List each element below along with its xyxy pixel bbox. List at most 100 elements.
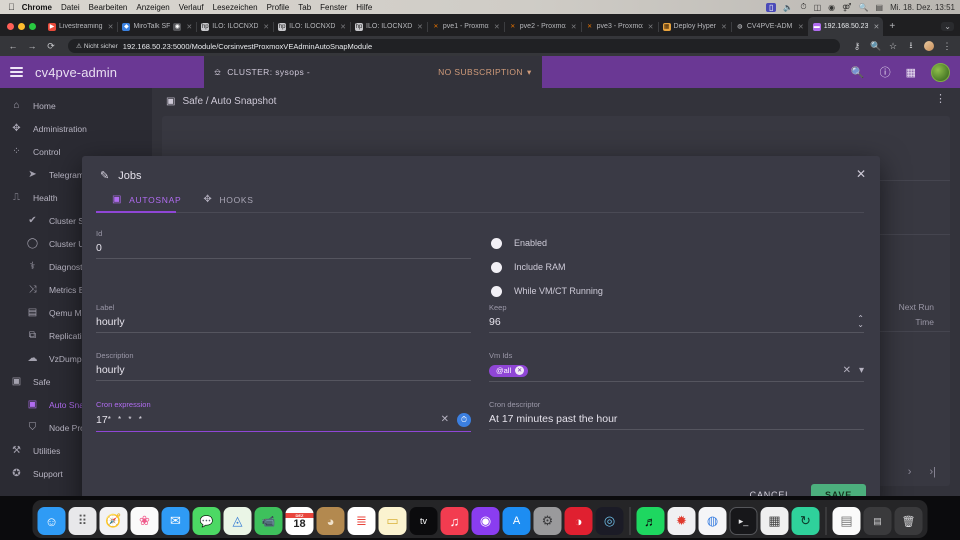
browser-tab[interactable]: ▦ Deploy Hyper ✕: [658, 17, 732, 36]
menu-bar-clock[interactable]: Mi. 18. Dez. 13:51: [890, 3, 955, 12]
checkbox-icon[interactable]: [491, 285, 502, 297]
window-controls[interactable]: [4, 23, 43, 36]
dock-icon-launchpad[interactable]: ⠿: [68, 507, 97, 535]
new-tab-button[interactable]: +: [883, 21, 901, 36]
window-minimize-button[interactable]: [18, 23, 25, 30]
hamburger-icon[interactable]: [10, 67, 23, 77]
dock-icon-finder[interactable]: ☺: [37, 507, 66, 535]
dock-icon-chrome[interactable]: ◍: [698, 507, 727, 535]
close-icon[interactable]: ✕: [798, 23, 804, 31]
browser-tab[interactable]: ◍ CV4PVE-ADMI ✕: [731, 17, 809, 36]
dock-icon-downloads-stack[interactable]: ▤: [863, 507, 892, 535]
browser-tab[interactable]: hp ILO: ILOCNXD ✕: [350, 17, 428, 36]
dock-icon-calendar[interactable]: DEZ 18: [285, 507, 314, 535]
subscription-status[interactable]: NO SUBSCRIPTION ▾: [438, 67, 532, 78]
timer-icon[interactable]: ⏱: [457, 412, 471, 427]
checkbox-icon[interactable]: [491, 237, 502, 249]
apps-grid-icon[interactable]: ▦: [906, 66, 916, 79]
close-icon[interactable]: ✕: [108, 23, 114, 31]
browser-tab[interactable]: ▶ Livestreaming ✕: [43, 17, 119, 36]
vm-id-chip[interactable]: @all ✕: [489, 364, 529, 377]
checkbox-icon[interactable]: [491, 261, 502, 273]
search-icon[interactable]: 🔍: [870, 41, 881, 52]
dock-icon-reminders[interactable]: ≣: [347, 507, 376, 535]
checkbox-while-vm-ct-running[interactable]: While VM/CT Running: [489, 279, 864, 303]
menu-item-chrome[interactable]: Chrome: [22, 3, 52, 12]
keep-input[interactable]: 96: [489, 316, 849, 328]
key-icon[interactable]: ⚷: [852, 41, 862, 52]
last-page-button[interactable]: ›|: [929, 466, 936, 478]
window-zoom-button[interactable]: [29, 23, 36, 30]
wifi-icon[interactable]: ⚤: [842, 3, 851, 12]
sidebar-item-home[interactable]: ⌂ Home: [0, 94, 152, 117]
close-icon[interactable]: ✕: [571, 23, 577, 31]
browser-tab-active[interactable]: ▬ 192.168.50.23 ✕: [807, 17, 884, 36]
battery-icon[interactable]: ◫: [814, 3, 822, 12]
description-input[interactable]: hourly: [96, 364, 471, 376]
menu-item-hilfe[interactable]: Hilfe: [356, 3, 372, 12]
close-icon[interactable]: ✕: [186, 23, 192, 31]
dock-icon-safari[interactable]: 🧭: [99, 507, 128, 535]
help-icon[interactable]: ⓘ: [880, 64, 891, 80]
label-input[interactable]: hourly: [96, 316, 471, 328]
tab-list-chevron-down-icon[interactable]: ⌄: [941, 22, 954, 31]
browser-tab[interactable]: ✕ pve3 - Proxmox ✕: [581, 17, 659, 36]
forward-icon[interactable]: →: [27, 41, 37, 51]
menu-item-lesezeichen[interactable]: Lesezeichen: [213, 3, 258, 12]
close-icon[interactable]: ✕: [417, 23, 423, 31]
avatar[interactable]: [931, 62, 950, 82]
user-icon[interactable]: ◉: [828, 3, 835, 12]
menu-item-verlauf[interactable]: Verlauf: [179, 3, 204, 12]
kebab-menu-icon[interactable]: ⋮: [942, 41, 952, 52]
screen-share-icon[interactable]: ▯: [765, 2, 777, 12]
vm-ids-value[interactable]: @all ✕: [489, 364, 835, 377]
download-icon[interactable]: ⭳: [906, 38, 916, 54]
dock-icon-system-settings[interactable]: ⚙: [533, 507, 562, 535]
volume-icon[interactable]: 🔈: [783, 3, 793, 12]
menu-item-tab[interactable]: Tab: [298, 3, 311, 12]
dock-icon-quicktime[interactable]: ◎: [595, 507, 624, 535]
dock-icon-calculator[interactable]: ▦: [760, 507, 789, 535]
cron-expression-input[interactable]: 17* * * *: [96, 414, 433, 426]
clock-history-icon[interactable]: ⏱: [800, 2, 806, 12]
dock-icon-facetime[interactable]: 📹: [254, 507, 283, 535]
dock-icon-terminal[interactable]: ▸_: [729, 507, 758, 535]
close-icon[interactable]: ✕: [856, 168, 866, 180]
dock-icon-messages[interactable]: 💬: [192, 507, 221, 535]
browser-tab[interactable]: ◆ MiroTalk SF ◉ ✕: [117, 17, 198, 36]
search-icon[interactable]: 🔍: [851, 66, 865, 79]
close-icon[interactable]: ✕: [721, 23, 727, 31]
close-icon[interactable]: ✕: [648, 23, 654, 31]
quantity-stepper[interactable]: ⌃ ⌄: [857, 315, 864, 329]
kebab-menu-icon[interactable]: ⋮: [935, 94, 946, 105]
close-icon[interactable]: ✕: [494, 23, 500, 31]
menu-item-anzeigen[interactable]: Anzeigen: [136, 3, 169, 12]
close-icon[interactable]: ✕: [263, 23, 269, 31]
dock-icon-contacts[interactable]: ◕: [316, 507, 345, 535]
browser-tab[interactable]: hp ILO: ILOCNXD ✕: [273, 17, 352, 36]
browser-tab[interactable]: ✕ pve1 - Proxmox ✕: [427, 17, 505, 36]
control-center-icon[interactable]: ▤: [876, 3, 884, 12]
address-bar[interactable]: ⚠ Nicht sicher 192.168.50.23:5000/Module…: [68, 39, 840, 53]
checkbox-enabled[interactable]: Enabled: [489, 231, 864, 255]
dock-icon-maps[interactable]: ◬: [223, 507, 252, 535]
tab-hooks[interactable]: ✥ HOOKS: [201, 194, 273, 212]
dock-icon-spotify[interactable]: ♬: [636, 507, 665, 535]
clear-icon[interactable]: ✕: [441, 414, 449, 425]
menu-item-profile[interactable]: Profile: [267, 3, 290, 12]
menu-item-fenster[interactable]: Fenster: [320, 3, 347, 12]
apple-logo-icon[interactable]: : [8, 2, 15, 12]
bookmark-star-icon[interactable]: ☆: [888, 41, 898, 52]
stepper-down-icon[interactable]: ⌄: [857, 321, 864, 329]
dock-icon-notes[interactable]: ▭: [378, 507, 407, 535]
dock-icon-mail[interactable]: ✉: [161, 507, 190, 535]
dock-icon-photos[interactable]: ❀: [130, 507, 159, 535]
reload-icon[interactable]: ⟳: [46, 41, 56, 52]
chevron-down-icon[interactable]: ▾: [859, 365, 864, 376]
id-input[interactable]: 0: [96, 242, 471, 254]
security-warning-badge[interactable]: ⚠ Nicht sicher: [76, 42, 118, 51]
browser-tab[interactable]: hp ILO: ILOCNXD ✕: [196, 17, 275, 36]
checkbox-include-ram[interactable]: Include RAM: [489, 255, 864, 279]
clear-icon[interactable]: ✕: [843, 365, 851, 376]
next-page-button[interactable]: ›: [908, 466, 912, 478]
